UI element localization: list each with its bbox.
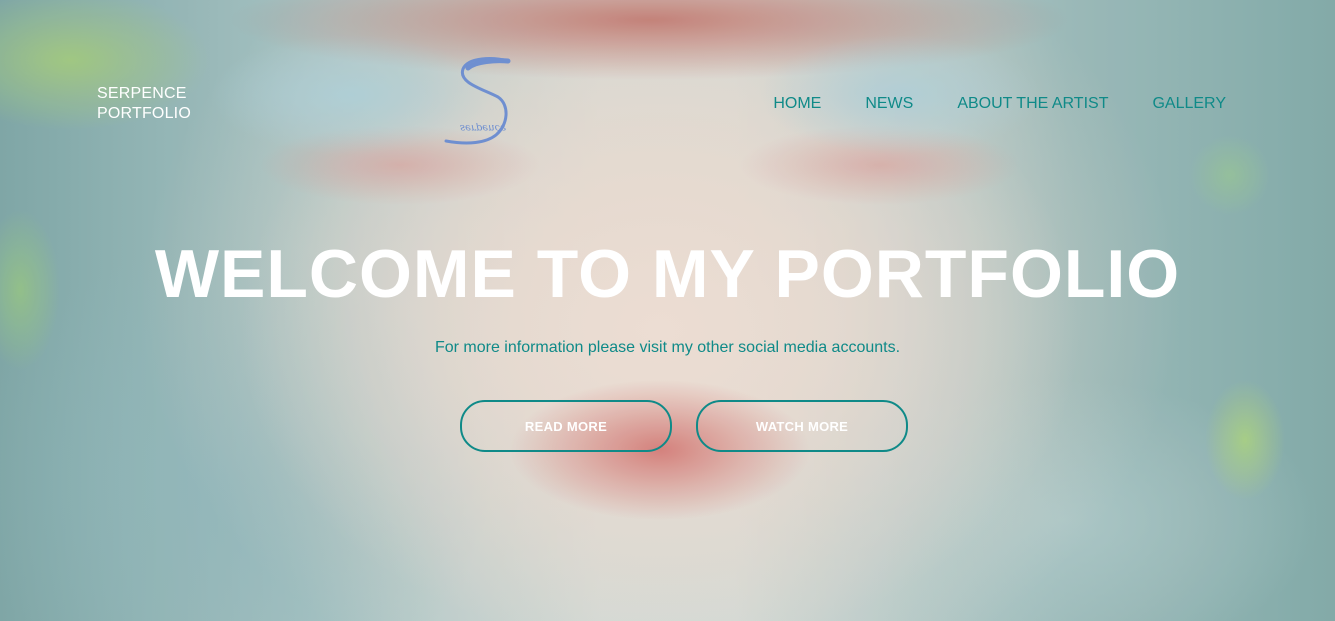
hero-title: WELCOME TO MY PORTFOLIO (154, 236, 1181, 312)
nav-item-gallery[interactable]: GALLERY (1152, 94, 1226, 114)
watch-more-button[interactable]: WATCH MORE (696, 400, 908, 452)
brand-line-1: SERPENCE (97, 85, 187, 102)
nav-item-news[interactable]: NEWS (865, 94, 913, 114)
main-navigation: HOME NEWS ABOUT THE ARTIST GALLERY (773, 94, 1226, 114)
hero-subtitle: For more information please visit my oth… (434, 339, 901, 356)
logo-s-icon: serpence (444, 57, 511, 145)
brand-line-2: PORTFOLIO (97, 105, 191, 122)
nav-item-about-the-artist[interactable]: ABOUT THE ARTIST (957, 94, 1108, 114)
nav-item-home[interactable]: HOME (773, 94, 821, 114)
brand-name[interactable]: SERPENCE PORTFOLIO (97, 84, 191, 124)
logo-signature: serpence (460, 122, 506, 133)
hero-buttons: READ MORE WATCH MORE (460, 400, 908, 452)
read-more-button[interactable]: READ MORE (460, 400, 672, 452)
serpence-logo-icon[interactable]: serpence (438, 55, 518, 150)
hero-section: SERPENCE PORTFOLIO serpence HOME NEWS AB… (0, 0, 1335, 621)
